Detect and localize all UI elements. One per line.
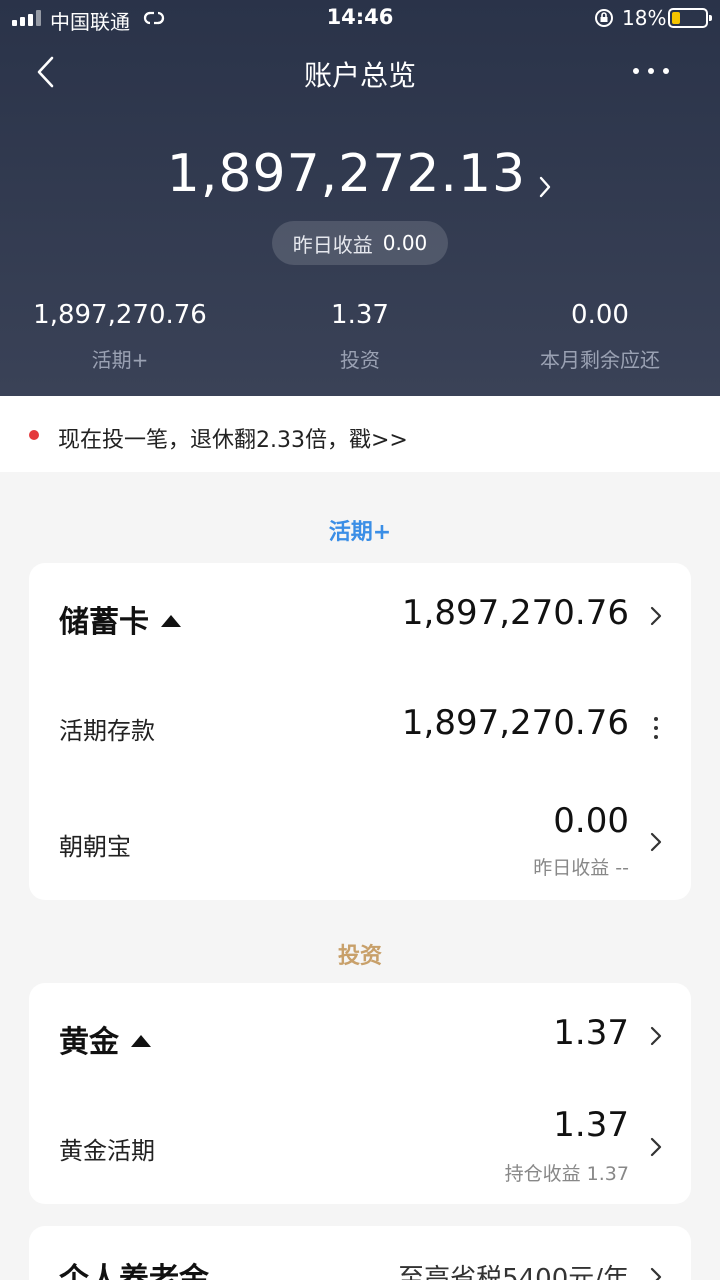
chevron-right-icon[interactable] [649,605,663,627]
kebab-menu-icon[interactable] [653,717,659,741]
savings-card-title-text: 储蓄卡 [59,605,149,640]
page-title: 账户总览 [303,59,416,92]
chevron-right-icon[interactable] [649,831,663,853]
yesterday-earnings-label: 昨日收益 [292,232,373,257]
total-amount: 1,897,272.13 [166,144,527,204]
pension-title: 个人养老金 [59,1262,209,1280]
summary-repay[interactable]: 0.00 本月剩余应还 [480,300,720,373]
chevron-right-icon [540,176,551,197]
battery-percent: 18% [622,6,667,30]
chevron-right-icon[interactable] [649,1266,663,1280]
chevron-right-icon[interactable] [649,1025,663,1047]
savings-card-title[interactable]: 储蓄卡 [59,597,181,641]
gold-card-title-text: 黄金 [59,1025,119,1060]
gold-card: 黄金 1.37 黄金活期 1.37 持仓收益 1.37 [29,983,691,1204]
zhaozhaobao-label[interactable]: 朝朝宝 [59,827,131,862]
summary-current-value: 1,897,270.76 [33,300,207,330]
promo-text[interactable]: 现在投一笔，退休翻2.33倍，戳>> [58,422,408,454]
summary-repay-label: 本月剩余应还 [540,348,660,372]
gold-card-amount: 1.37 [553,1013,629,1053]
yesterday-earnings-value: 0.00 [382,231,428,255]
summary-invest-label: 投资 [340,348,380,372]
total-assets[interactable]: 1,897,272.13 [0,144,720,204]
gold-card-title[interactable]: 黄金 [59,1017,151,1061]
demand-deposit-amount: 1,897,270.76 [401,703,629,743]
promo-dot-icon [29,430,39,440]
gold-holding-earnings: 持仓收益 1.37 [504,1163,629,1185]
status-bar: 中国联通 14:46 18% [0,0,720,36]
demand-deposit-label[interactable]: 活期存款 [59,711,155,746]
caret-up-icon[interactable] [131,1034,151,1047]
chevron-right-icon[interactable] [649,1136,663,1158]
gold-demand-amount: 1.37 [553,1105,629,1145]
battery-icon [668,8,712,28]
yesterday-earnings-pill: 昨日收益 0.00 [272,221,448,265]
gold-demand-label[interactable]: 黄金活期 [59,1131,155,1166]
pension-card[interactable]: 个人养老金 至高省税5400元/年 [29,1226,691,1280]
summary-current-label: 活期+ [91,348,149,372]
summary-invest[interactable]: 1.37 投资 [240,300,480,373]
summary-invest-value: 1.37 [331,300,389,330]
summary-current[interactable]: 1,897,270.76 活期+ [0,300,240,373]
pension-tax-note: 至高省税5400元/年 [398,1264,629,1280]
caret-up-icon[interactable] [161,614,181,627]
account-header: 中国联通 14:46 18% 账户总览 1,897,272.13 昨日收益 0.… [0,0,720,396]
rotation-lock-icon [595,9,613,27]
battery-level [672,12,680,24]
section-title-current: 活期+ [328,520,392,545]
section-title-invest: 投资 [337,944,382,969]
zhaozhaobao-amount: 0.00 [553,801,629,841]
summary-repay-value: 0.00 [571,300,629,330]
savings-card-amount: 1,897,270.76 [401,593,629,633]
zhaozhaobao-yesterday: 昨日收益 -- [533,857,629,879]
more-button[interactable] [626,56,682,86]
savings-card: 储蓄卡 1,897,270.76 活期存款 1,897,270.76 朝朝宝 0… [29,563,691,900]
